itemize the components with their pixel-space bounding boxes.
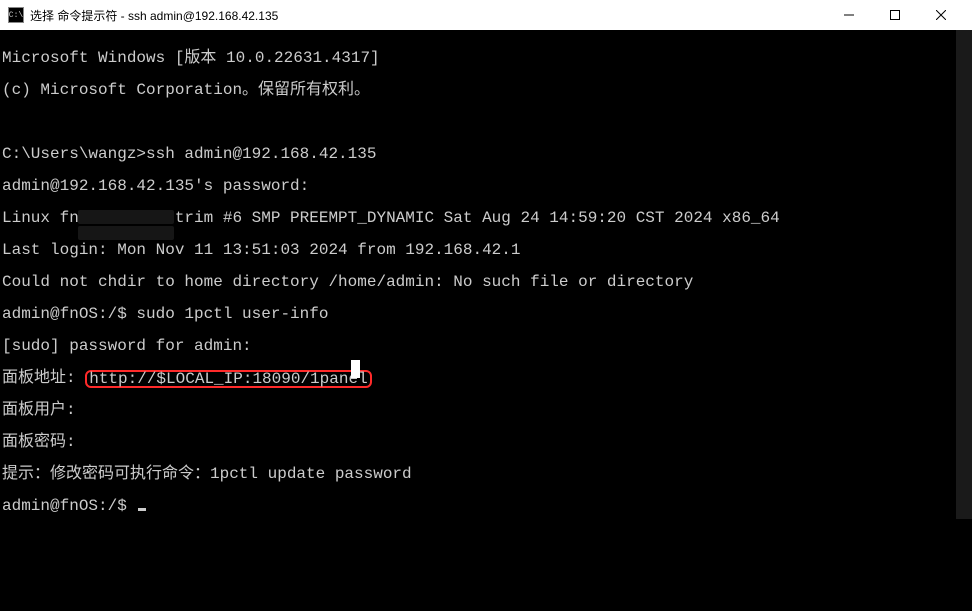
window-controls [826, 0, 964, 30]
terminal-line: Could not chdir to home directory /home/… [2, 274, 970, 290]
terminal-line [2, 114, 970, 130]
terminal-output[interactable]: Microsoft Windows [版本 10.0.22631.4317] (… [0, 30, 972, 519]
panel-address-highlight: http://$LOCAL_IP:18090/1panel [85, 370, 371, 388]
panel-password-label: 面板密码: [2, 433, 85, 451]
scrollbar[interactable] [956, 30, 972, 519]
terminal-line: (c) Microsoft Corporation。保留所有权利。 [2, 82, 970, 98]
redacted-region [78, 226, 174, 240]
panel-address-label: 面板地址: [2, 369, 85, 387]
terminal-prompt: admin@fnOS:/$ [2, 498, 970, 514]
terminal-line: 面板用户: [2, 402, 970, 418]
window-titlebar: C:\ 选择 命令提示符 - ssh admin@192.168.42.135 [0, 0, 972, 30]
minimize-button[interactable] [826, 0, 872, 30]
selection-caret [351, 360, 360, 378]
terminal-line: 面板密码: [2, 434, 970, 450]
terminal-line: 面板地址: http://$LOCAL_IP:18090/1panel [2, 370, 970, 386]
terminal-line: admin@192.168.42.135's password: [2, 178, 970, 194]
maximize-button[interactable] [872, 0, 918, 30]
terminal-line: 提示：修改密码可执行命令：1pctl update password [2, 466, 970, 482]
terminal-line: [sudo] password for admin: [2, 338, 970, 354]
cursor-icon [138, 508, 146, 511]
redacted-region [78, 210, 174, 224]
close-button[interactable] [918, 0, 964, 30]
cmd-icon: C:\ [8, 7, 24, 23]
terminal-line: C:\Users\wangz>ssh admin@192.168.42.135 [2, 146, 970, 162]
panel-user-label: 面板用户: [2, 401, 85, 419]
terminal-line: Last login: Mon Nov 11 13:51:03 2024 fro… [2, 242, 970, 258]
window-title: 选择 命令提示符 - ssh admin@192.168.42.135 [30, 7, 278, 24]
terminal-line: admin@fnOS:/$ sudo 1pctl user-info [2, 306, 970, 322]
terminal-line: Microsoft Windows [版本 10.0.22631.4317] [2, 50, 970, 66]
